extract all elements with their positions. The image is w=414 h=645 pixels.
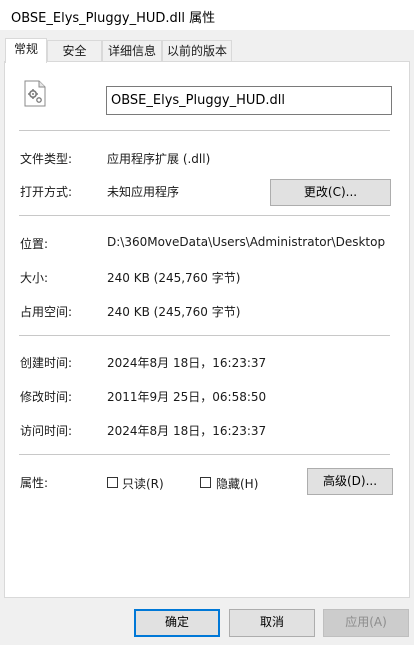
- accessed-label: 访问时间:: [20, 424, 73, 438]
- divider: [19, 454, 390, 455]
- tab-previous-versions[interactable]: 以前的版本: [162, 40, 232, 61]
- size-label: 大小:: [20, 271, 49, 285]
- size-on-disk-value: 240 KB (245,760 字节): [107, 305, 241, 319]
- opens-with-value: 未知应用程序: [107, 185, 180, 199]
- file-type-label: 文件类型:: [20, 152, 73, 166]
- created-value: 2024年8月 18日，16:23:37: [107, 356, 267, 370]
- readonly-checkbox[interactable]: [107, 477, 118, 488]
- opens-with-label: 打开方式:: [20, 185, 73, 199]
- tab-security[interactable]: 安全: [47, 40, 102, 61]
- accessed-value: 2024年8月 18日，16:23:37: [107, 424, 267, 438]
- ok-button[interactable]: 确定: [134, 609, 220, 637]
- location-label: 位置:: [20, 237, 49, 251]
- size-value: 240 KB (245,760 字节): [107, 271, 241, 285]
- location-value: D:\360MoveData\Users\Administrator\Deskt…: [107, 235, 386, 249]
- attributes-label: 属性:: [20, 476, 49, 490]
- hidden-checkbox[interactable]: [200, 477, 211, 488]
- divider: [19, 130, 390, 131]
- modified-label: 修改时间:: [20, 390, 73, 404]
- apply-button[interactable]: 应用(A): [323, 609, 409, 637]
- created-label: 创建时间:: [20, 356, 73, 370]
- general-tab-panel: [4, 61, 410, 598]
- file-type-value: 应用程序扩展 (.dll): [107, 152, 211, 166]
- dll-gear-file-icon: [24, 80, 46, 107]
- tab-details[interactable]: 详细信息: [102, 40, 162, 61]
- advanced-button[interactable]: 高级(D)...: [307, 468, 393, 495]
- readonly-label[interactable]: 只读(R): [122, 475, 164, 492]
- size-on-disk-label: 占用空间:: [20, 305, 73, 319]
- modified-value: 2011年9月 25日，06:58:50: [107, 390, 267, 404]
- change-button[interactable]: 更改(C)...: [270, 179, 391, 206]
- window-title: OBSE_Elys_Pluggy_HUD.dll 属性: [11, 11, 216, 26]
- divider: [19, 335, 390, 336]
- cancel-button[interactable]: 取消: [229, 609, 315, 637]
- tab-general[interactable]: 常规: [5, 38, 47, 63]
- file-name-input[interactable]: OBSE_Elys_Pluggy_HUD.dll: [106, 86, 392, 115]
- hidden-label[interactable]: 隐藏(H): [216, 475, 258, 492]
- divider: [19, 215, 390, 216]
